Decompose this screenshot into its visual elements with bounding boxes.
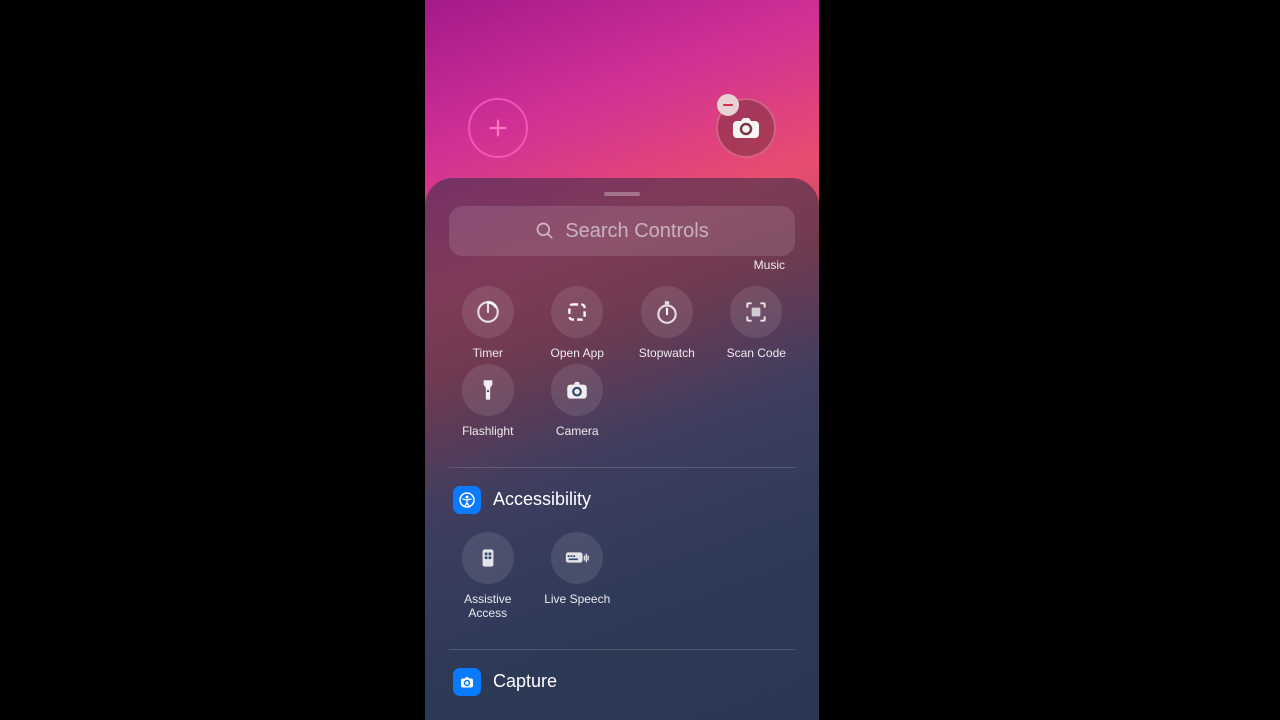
control-scan-code[interactable]: Scan Code	[712, 286, 802, 360]
accessibility-controls-grid: Assistive Access Live Speech	[425, 532, 819, 631]
divider	[449, 467, 795, 468]
section-title: Capture	[493, 671, 557, 692]
search-input[interactable]: Search Controls	[449, 206, 795, 256]
accessibility-section-icon	[453, 486, 481, 514]
camera-icon	[564, 377, 590, 403]
controls-gallery-sheet: Search Controls Music Timer Open App S	[425, 178, 819, 720]
assistive-access-icon	[475, 545, 501, 571]
plus-icon	[487, 117, 509, 139]
control-flashlight[interactable]: Flashlight	[443, 364, 533, 438]
music-peek-label: Music	[754, 258, 785, 272]
camera-icon	[731, 116, 761, 140]
control-timer[interactable]: Timer	[443, 286, 533, 360]
control-stopwatch[interactable]: Stopwatch	[622, 286, 712, 360]
live-speech-icon	[564, 545, 590, 571]
section-capture-header: Capture	[425, 668, 819, 696]
stopwatch-icon	[654, 299, 680, 325]
capture-section-icon	[453, 668, 481, 696]
control-center-top	[425, 0, 819, 180]
sheet-grabber[interactable]	[604, 192, 640, 196]
search-icon	[535, 221, 555, 241]
suggested-controls-grid: Timer Open App Stopwatch	[425, 256, 819, 449]
phone-screen: Search Controls Music Timer Open App S	[425, 0, 819, 720]
control-live-speech[interactable]: Live Speech	[533, 532, 623, 621]
scan-code-icon	[743, 299, 769, 325]
divider	[449, 649, 795, 650]
timer-icon	[475, 299, 501, 325]
section-title: Accessibility	[493, 489, 591, 510]
control-camera[interactable]: Camera	[533, 364, 623, 438]
add-control-button[interactable]	[468, 98, 528, 158]
remove-badge[interactable]	[717, 94, 739, 116]
control-open-app[interactable]: Open App	[533, 286, 623, 360]
section-accessibility-header: Accessibility	[425, 486, 819, 514]
flashlight-icon	[475, 377, 501, 403]
open-app-icon	[564, 299, 590, 325]
control-assistive-access[interactable]: Assistive Access	[443, 532, 533, 621]
search-placeholder: Search Controls	[565, 220, 708, 243]
